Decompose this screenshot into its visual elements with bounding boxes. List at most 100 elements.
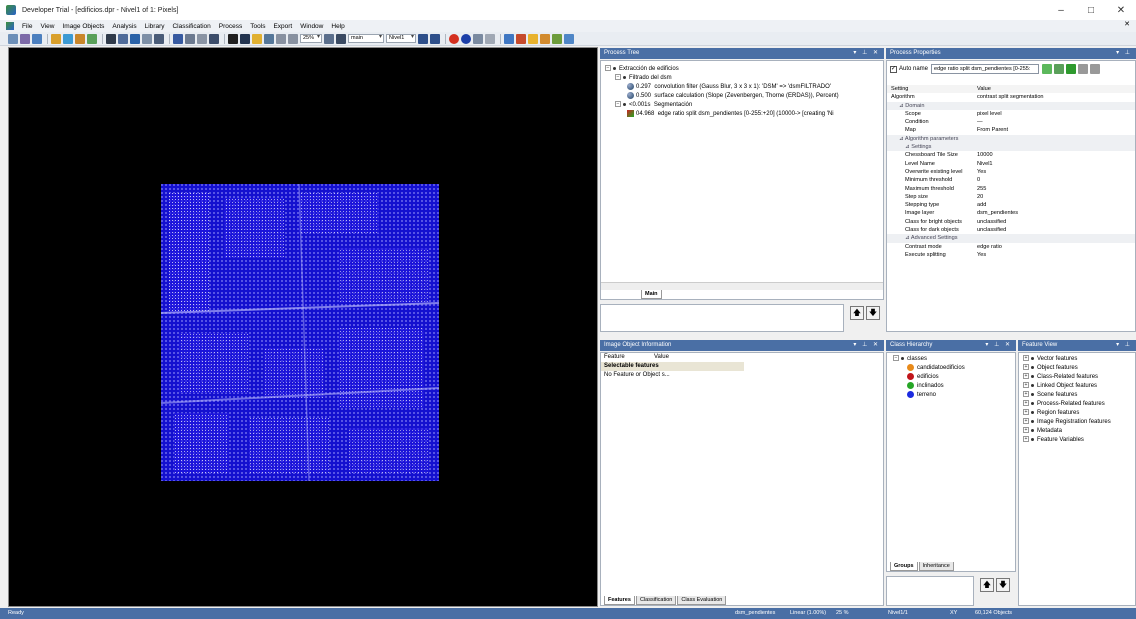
save-icon[interactable]: [32, 33, 42, 44]
redo-icon[interactable]: [485, 33, 495, 44]
level-down-icon[interactable]: [418, 33, 428, 44]
tab-groups[interactable]: Groups: [890, 562, 918, 571]
sample-icon[interactable]: [75, 33, 85, 44]
menu-file[interactable]: File: [18, 23, 36, 30]
expand-icon[interactable]: +: [1023, 382, 1029, 389]
process-properties-controls[interactable]: ▾ ⊥: [1116, 48, 1132, 59]
class-root[interactable]: − classes: [893, 355, 1015, 364]
feature-item[interactable]: + Region features: [1023, 409, 1135, 418]
execute-icon[interactable]: [461, 33, 471, 44]
feature-item[interactable]: + Vector features: [1023, 355, 1135, 364]
open-image-icon[interactable]: [20, 33, 30, 44]
class-hierarchy-controls[interactable]: ▾ ⊥ ✕: [985, 340, 1012, 351]
class-move-down-button[interactable]: 🡇: [996, 578, 1010, 592]
expand-icon[interactable]: +: [1023, 400, 1029, 407]
process-name-input[interactable]: edge ratio split dsm_pendientes [0-255:: [931, 64, 1040, 74]
image-layer-icon[interactable]: [528, 33, 538, 44]
layers-icon[interactable]: [118, 33, 128, 44]
properties-row[interactable]: Step size 20: [887, 193, 1135, 201]
setting-value[interactable]: [977, 234, 1135, 242]
stop-icon[interactable]: [449, 33, 459, 44]
expand-icon[interactable]: +: [1023, 364, 1029, 371]
process-item[interactable]: − Extracción de edificios: [605, 65, 883, 74]
feature-item[interactable]: + Object features: [1023, 364, 1135, 373]
feature-item[interactable]: + Scene features: [1023, 391, 1135, 400]
image-object-info-header[interactable]: Image Object Information ▾ ⊥ ✕: [600, 340, 884, 351]
menu-image-objects[interactable]: Image Objects: [58, 23, 108, 30]
split-view-icon[interactable]: [173, 33, 183, 44]
minimize-button[interactable]: –: [1046, 0, 1076, 20]
cursor-icon[interactable]: [63, 33, 73, 44]
process-tree-controls[interactable]: ▾ ⊥ ✕: [853, 48, 880, 59]
setting-value[interactable]: edge ratio: [977, 243, 1135, 251]
expand-icon[interactable]: +: [1023, 436, 1029, 443]
level-select[interactable]: Nivel1: [386, 34, 416, 43]
setting-value[interactable]: Yes: [977, 251, 1135, 259]
feature-item[interactable]: + Metadata: [1023, 427, 1135, 436]
undo-icon[interactable]: [473, 33, 483, 44]
setting-value[interactable]: —: [977, 118, 1135, 126]
move-down-button[interactable]: 🡇: [866, 306, 880, 320]
process-properties-header[interactable]: Process Properties ▾ ⊥: [886, 48, 1136, 59]
properties-row[interactable]: Algorithm contrast split segmentation: [887, 93, 1135, 101]
properties-row[interactable]: Execute splitting Yes: [887, 251, 1135, 259]
expand-icon[interactable]: +: [1023, 373, 1029, 380]
setting-value[interactable]: 255: [977, 185, 1135, 193]
auto-name-checkbox[interactable]: ✓: [890, 65, 897, 73]
properties-group-row[interactable]: ⊿ Settings: [887, 143, 1135, 152]
expand-icon[interactable]: +: [1023, 391, 1029, 398]
segmentation-image[interactable]: [9, 48, 597, 606]
expand-icon[interactable]: +: [1023, 409, 1029, 416]
arrow-icon[interactable]: [106, 33, 116, 44]
feature-item[interactable]: + Linked Object features: [1023, 382, 1135, 391]
properties-row[interactable]: Level Name Nivel1: [887, 160, 1135, 168]
hand-icon[interactable]: [264, 33, 274, 44]
level-up-icon[interactable]: [430, 33, 440, 44]
map-select[interactable]: main: [348, 34, 384, 43]
feature-view-header[interactable]: Feature View ▾ ⊥: [1018, 340, 1136, 351]
horizontal-scrollbar[interactable]: [601, 282, 883, 290]
pan-icon[interactable]: [240, 33, 250, 44]
menu-help[interactable]: Help: [327, 23, 348, 30]
properties-row[interactable]: Image layer dsm_pendientes: [887, 209, 1135, 217]
zoom-select[interactable]: 25%: [300, 34, 322, 43]
class-item[interactable]: candidatoedificios: [893, 364, 1015, 373]
collapse-icon[interactable]: −: [893, 355, 899, 362]
tab-features[interactable]: Features: [604, 596, 635, 605]
tab-classification[interactable]: Classification: [635, 596, 677, 605]
outline-icon[interactable]: [142, 33, 152, 44]
setting-value[interactable]: [977, 135, 1135, 143]
class-item[interactable]: inclinados: [893, 382, 1015, 391]
document-icon[interactable]: [6, 22, 14, 30]
properties-row[interactable]: Stepping type add: [887, 201, 1135, 209]
image-view-icon[interactable]: [130, 33, 140, 44]
setting-value[interactable]: unclassified: [977, 218, 1135, 226]
properties-row[interactable]: Map From Parent: [887, 126, 1135, 134]
properties-row[interactable]: Class for bright objects unclassified: [887, 218, 1135, 226]
setting-value[interactable]: contrast split segmentation: [977, 93, 1135, 101]
setting-value[interactable]: [977, 102, 1135, 110]
process-tree-panel[interactable]: − Extracción de edificios − Filtrado del d…: [600, 60, 884, 300]
map-icon[interactable]: [336, 33, 346, 44]
project-icon[interactable]: [504, 33, 514, 44]
setting-value[interactable]: 20: [977, 193, 1135, 201]
setting-value[interactable]: add: [977, 201, 1135, 209]
collapse-icon[interactable]: −: [605, 65, 611, 72]
setting-value[interactable]: Nivel1: [977, 160, 1135, 168]
menu-tools[interactable]: Tools: [246, 23, 269, 30]
process-item[interactable]: − Filtrado del dsm: [605, 74, 883, 83]
process-item[interactable]: − <0.001s Segmentación: [605, 101, 883, 110]
setting-value[interactable]: From Parent: [977, 126, 1135, 134]
setting-value[interactable]: dsm_pendientes: [977, 209, 1135, 217]
properties-row[interactable]: Minimum threshold 0: [887, 176, 1135, 184]
collapse-icon[interactable]: −: [615, 101, 621, 108]
process-item[interactable]: 04.968 edge ratio split dsm_pendientes […: [605, 110, 883, 119]
menu-view[interactable]: View: [36, 23, 58, 30]
panel-icon[interactable]: [209, 33, 219, 44]
link-icon[interactable]: [228, 33, 238, 44]
feature-view-controls[interactable]: ▾ ⊥: [1116, 340, 1132, 351]
expand-icon[interactable]: +: [1023, 418, 1029, 425]
edit-process-icon[interactable]: [1054, 64, 1065, 74]
statistics-icon[interactable]: [564, 33, 574, 44]
image-viewer[interactable]: [8, 47, 598, 607]
